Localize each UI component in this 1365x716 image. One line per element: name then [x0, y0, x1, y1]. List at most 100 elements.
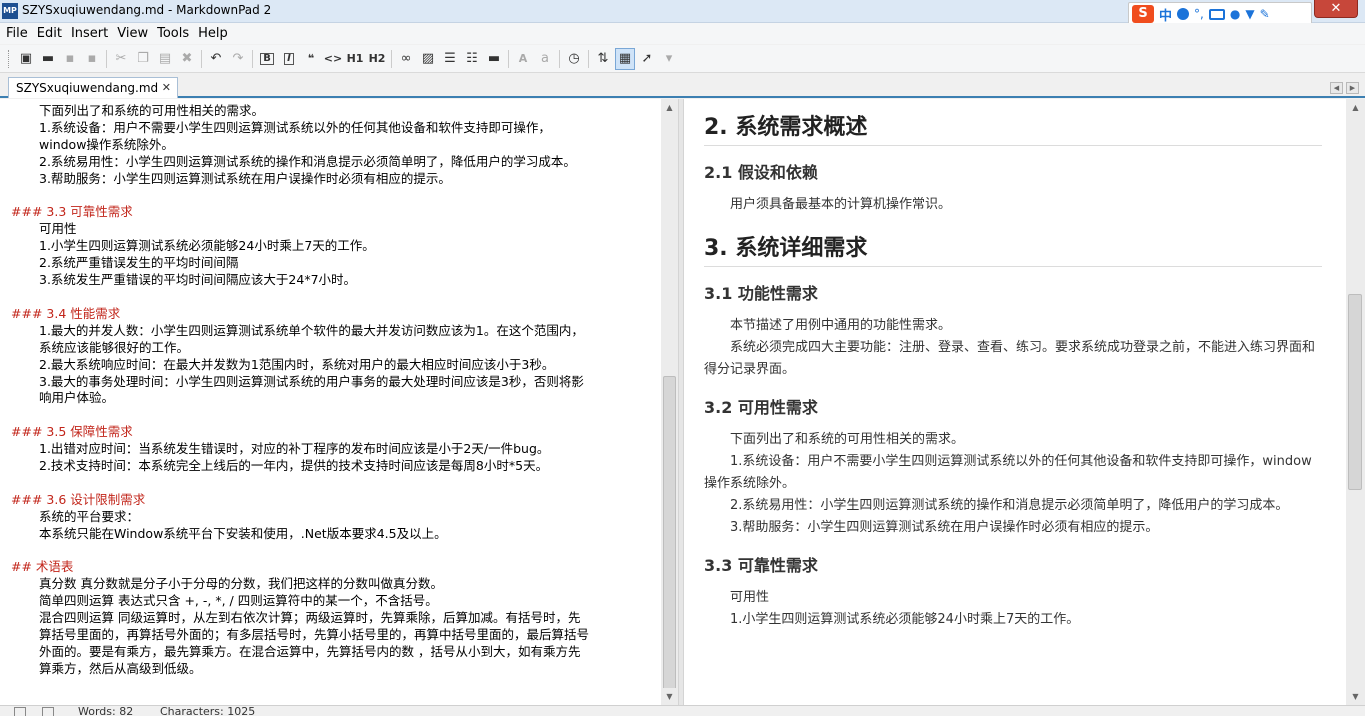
- new-document-icon[interactable]: ▣: [16, 48, 36, 70]
- menu-file[interactable]: File: [2, 26, 33, 41]
- editor-line[interactable]: 算括号里面的，再算括号外面的；有多层括号时，先算小括号里的，再算中括号里面的，最…: [11, 627, 659, 644]
- live-preview-toggle-icon[interactable]: ▦: [615, 47, 635, 70]
- link-icon[interactable]: ∞: [396, 48, 416, 70]
- menu-view[interactable]: View: [113, 26, 153, 41]
- image-icon[interactable]: ▨: [418, 48, 438, 70]
- editor-line[interactable]: window操作系统除外。: [11, 137, 659, 154]
- editor-heading-line[interactable]: ### 3.6 设计限制需求: [11, 492, 659, 509]
- redo-icon[interactable]: ↷: [228, 48, 248, 70]
- toolbar-separator: [588, 49, 589, 68]
- editor-line[interactable]: 算乘方，然后从高级到低级。: [11, 661, 659, 678]
- editor-line[interactable]: 1.小学生四则运算测试系统必须能够24小时乘上7天的工作。: [11, 238, 659, 255]
- editor-line[interactable]: 2.系统严重错误发生的平均时间间隔: [11, 255, 659, 272]
- user-icon[interactable]: ●: [1230, 7, 1240, 21]
- bold-button[interactable]: B: [257, 48, 277, 70]
- editor-scroll-thumb[interactable]: [663, 376, 676, 690]
- editor-heading-line[interactable]: ### 3.3 可靠性需求: [11, 204, 659, 221]
- preview-scrollbar[interactable]: ▲ ▼: [1346, 99, 1365, 705]
- swap-panes-icon[interactable]: ⇅: [593, 48, 613, 70]
- editor-line[interactable]: 下面列出了和系统的可用性相关的需求。: [11, 103, 659, 120]
- editor-line[interactable]: 可用性: [11, 221, 659, 238]
- keyboard-icon[interactable]: [1208, 8, 1225, 20]
- ordered-list-icon[interactable]: ☷: [462, 48, 482, 70]
- editor-scroll-up-icon[interactable]: ▲: [661, 99, 678, 116]
- window-close-button[interactable]: ✕: [1314, 0, 1358, 18]
- cut-icon[interactable]: ✂: [111, 48, 131, 70]
- title-bar: MP SZYSxuqiuwendang.md - MarkdownPad 2 S…: [0, 0, 1365, 26]
- tab-close-icon[interactable]: ✕: [162, 81, 171, 94]
- sogou-logo-icon[interactable]: S: [1132, 5, 1154, 23]
- editor-line[interactable]: [11, 407, 659, 424]
- preview-heading: 3.3 可靠性需求: [704, 556, 818, 575]
- editor-line[interactable]: 简单四则运算 表达式只含 +, -, *, / 四则运算符中的某一个，不含括号。: [11, 593, 659, 610]
- editor-text-area[interactable]: 下面列出了和系统的可用性相关的需求。 1.系统设备：用户不需要小学生四则运算测试系…: [11, 103, 659, 678]
- punctuation-toggle[interactable]: °,: [1194, 7, 1204, 21]
- save-all-icon[interactable]: ▪: [82, 48, 102, 70]
- editor-line[interactable]: [11, 543, 659, 560]
- editor-heading-line[interactable]: ### 3.5 保障性需求: [11, 424, 659, 441]
- editor-line[interactable]: 系统应该能够很好的工作。: [11, 340, 659, 357]
- quote-icon[interactable]: ❝: [301, 48, 321, 70]
- editor-line[interactable]: 3.帮助服务：小学生四则运算测试系统在用户误操作时必须有相应的提示。: [11, 171, 659, 188]
- font-size-increase-button[interactable]: A: [513, 48, 533, 70]
- preview-scroll-up-icon[interactable]: ▲: [1346, 99, 1365, 116]
- preview-scroll-thumb[interactable]: [1348, 294, 1362, 490]
- menu-help[interactable]: Help: [194, 26, 233, 41]
- editor-scroll-down-icon[interactable]: ▼: [661, 688, 678, 705]
- tab-szysxuqiuwendang[interactable]: SZYSxuqiuwendang.md ✕: [8, 77, 178, 98]
- preview-paragraph: 可用性: [730, 590, 770, 605]
- toolbar-grip[interactable]: [8, 49, 11, 68]
- undo-icon[interactable]: ↶: [206, 48, 226, 70]
- tab-scroll-left-icon[interactable]: ◀: [1330, 82, 1343, 94]
- editor-line[interactable]: 真分数 真分数就是分子小于分母的分数，我们把这样的分数叫做真分数。: [11, 576, 659, 593]
- editor-line[interactable]: 2.最大系统响应时间：在最大并发数为1范围内时，系统对用户的最大相应时间应该小于…: [11, 357, 659, 374]
- menu-edit[interactable]: Edit: [33, 26, 67, 41]
- preview-scroll-down-icon[interactable]: ▼: [1346, 688, 1365, 705]
- toolbar-overflow-icon[interactable]: ▾: [659, 48, 679, 70]
- heading1-button[interactable]: H1: [345, 48, 365, 70]
- markdownpad-app-icon[interactable]: MP: [2, 3, 18, 19]
- preview-in-browser-icon[interactable]: ➚: [637, 48, 657, 70]
- skin-shirt-icon[interactable]: ▼: [1245, 7, 1254, 21]
- open-folder-icon[interactable]: ▬: [38, 48, 58, 70]
- editor-line[interactable]: 3.系统发生严重错误的平均时间间隔应该大于24*7小时。: [11, 272, 659, 289]
- editor-scrollbar[interactable]: ▲ ▼: [661, 99, 678, 705]
- editor-line[interactable]: [11, 289, 659, 306]
- menu-tools[interactable]: Tools: [153, 26, 194, 41]
- editor-line[interactable]: 1.最大的并发人数：小学生四则运算测试系统单个软件的最大并发访问数应该为1。在这…: [11, 323, 659, 340]
- editor-heading-line[interactable]: ### 3.4 性能需求: [11, 306, 659, 323]
- heading2-button[interactable]: H2: [367, 48, 387, 70]
- editor-line[interactable]: 3.最大的事务处理时间：小学生四则运算测试系统的用户事务的最大处理时间应该是3秒…: [11, 374, 659, 391]
- editor-line[interactable]: [11, 475, 659, 492]
- markdown-editor[interactable]: 下面列出了和系统的可用性相关的需求。 1.系统设备：用户不需要小学生四则运算测试系…: [0, 99, 661, 705]
- delete-icon[interactable]: ✖: [177, 48, 197, 70]
- editor-line[interactable]: 混合四则运算 同级运算时，从左到右依次计算；两级运算时，先算乘除，后算加减。有括…: [11, 610, 659, 627]
- horizontal-rule-icon[interactable]: ▬: [484, 48, 504, 70]
- menu-insert[interactable]: Insert: [67, 26, 113, 41]
- editor-line[interactable]: 2.技术支持时间：本系统完全上线后的一年内，提供的技术支持时间应该是每周8小时*…: [11, 458, 659, 475]
- copy-icon[interactable]: ❐: [133, 48, 153, 70]
- editor-line[interactable]: 系统的平台要求：: [11, 509, 659, 526]
- editor-line[interactable]: 响用户体验。: [11, 390, 659, 407]
- editor-line[interactable]: 1.出错对应时间：当系统发生错误时，对应的补丁程序的发布时间应该是小于2天/一件…: [11, 441, 659, 458]
- editor-line[interactable]: [11, 188, 659, 205]
- unordered-list-icon[interactable]: ☰: [440, 48, 460, 70]
- editor-line[interactable]: 2.系统易用性：小学生四则运算测试系统的操作和消息提示必须简单明了，降低用户的学…: [11, 154, 659, 171]
- code-icon[interactable]: <>: [323, 48, 343, 70]
- editor-heading-line[interactable]: ## 术语表: [11, 559, 659, 576]
- preview-paragraph: 2.系统易用性：小学生四则运算测试系统的操作和消息提示必须简单明了，降低用户的学…: [730, 498, 1289, 513]
- tab-scroll-right-icon[interactable]: ▶: [1346, 82, 1359, 94]
- save-icon[interactable]: ▪: [60, 48, 80, 70]
- paste-icon[interactable]: ▤: [155, 48, 175, 70]
- full-width-icon[interactable]: [1177, 8, 1190, 20]
- ime-chinese-mode-toggle[interactable]: 中: [1159, 5, 1172, 24]
- editor-line[interactable]: 1.系统设备：用户不需要小学生四则运算测试系统以外的任何其他设备和软件支持即可操…: [11, 120, 659, 137]
- editor-line[interactable]: 本系统只能在Window系统平台下安装和使用，.Net版本要求4.5及以上。: [11, 526, 659, 543]
- timestamp-clock-icon[interactable]: ◷: [564, 48, 584, 70]
- editor-line[interactable]: 外面的。要是有乘方，最先算乘方。在混合运算中，先算括号内的数 ，括号从小到大，如…: [11, 644, 659, 661]
- italic-button[interactable]: I: [279, 48, 299, 70]
- preview-mode-icon[interactable]: [42, 707, 54, 716]
- font-size-decrease-button[interactable]: a: [535, 48, 555, 70]
- markdown-mode-icon[interactable]: [14, 707, 26, 716]
- wrench-icon[interactable]: ✎: [1260, 7, 1270, 21]
